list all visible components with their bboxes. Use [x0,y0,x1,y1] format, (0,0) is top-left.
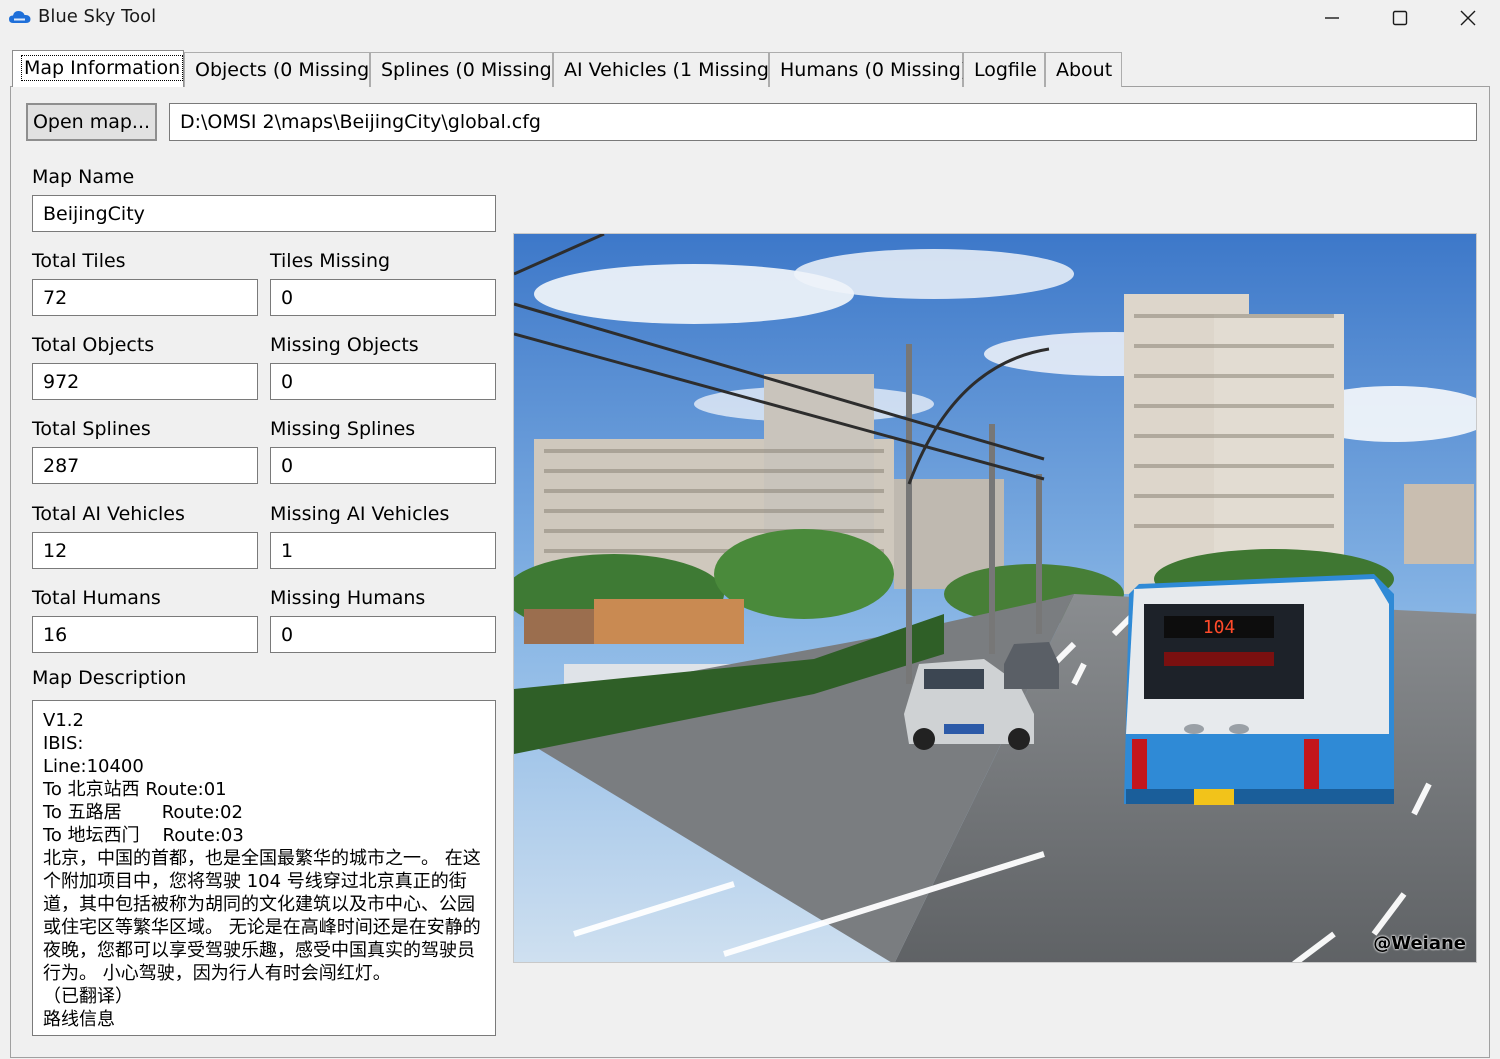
map-description-textarea[interactable]: V1.2 IBIS: Line:10400 To 北京站西 Route:01 T… [32,700,496,1036]
tab-objects[interactable]: Objects (0 Missing) [184,52,377,87]
minimize-icon [1325,17,1339,19]
total-splines-label: Total Splines [32,418,151,440]
map-description-label: Map Description [32,667,187,689]
tiles-missing-label: Tiles Missing [270,250,391,272]
window-title: Blue Sky Tool [38,6,157,27]
description-line: 路线信息 [43,1009,115,1030]
missing-splines-field[interactable]: 0 [270,447,496,484]
map-name-label: Map Name [32,166,135,188]
bus-illustration: 104 [1124,574,1394,805]
total-ai-vehicles-field[interactable]: 12 [32,532,258,569]
title-bar: Blue Sky Tool [0,0,1500,36]
map-preview-image: 104 @Weiane [513,233,1477,963]
total-objects-label: Total Objects [32,334,155,356]
description-line: To 五路居 Route:02 [43,802,243,823]
total-humans-label: Total Humans [32,587,161,609]
close-icon [1460,10,1476,26]
total-ai-vehicles-label: Total AI Vehicles [32,503,185,525]
tab-ai-vehicles[interactable]: AI Vehicles (1 Missing) [553,52,776,87]
bus-route-display: 104 [1203,617,1236,638]
open-map-button[interactable]: Open map... [26,103,157,141]
map-path-field[interactable]: D:\OMSI 2\maps\BeijingCity\global.cfg [169,103,1477,141]
total-tiles-field[interactable]: 72 [32,279,258,316]
missing-humans-field[interactable]: 0 [270,616,496,653]
maximize-icon [1392,10,1408,26]
tab-map-information[interactable]: Map Information [12,50,184,87]
description-line: To 地坛西门 Route:03 [43,825,244,846]
tab-about[interactable]: About [1045,52,1122,87]
tab-strip: Map Information Objects (0 Missing) Spli… [10,50,1490,87]
minimize-button[interactable] [1298,0,1366,36]
map-name-field[interactable]: BeijingCity [32,195,496,232]
description-line: To 北京站西 Route:01 [43,779,227,800]
description-line: （已翻译） [43,986,133,1007]
missing-ai-vehicles-label: Missing AI Vehicles [270,503,450,525]
description-paragraph: 北京，中国的首都，也是全国最繁华的城市之一。 在这个附加项目中，您将驾驶 104… [43,848,481,984]
map-preview-scene: 104 [514,234,1476,962]
maximize-button[interactable] [1366,0,1434,36]
total-objects-field[interactable]: 972 [32,363,258,400]
total-splines-field[interactable]: 287 [32,447,258,484]
description-line: V1.2 [43,710,84,731]
missing-splines-label: Missing Splines [270,418,416,440]
missing-humans-label: Missing Humans [270,587,426,609]
description-line: IBIS: [43,733,84,754]
missing-ai-vehicles-field[interactable]: 1 [270,532,496,569]
description-line: Line:10400 [43,756,144,777]
tab-logfile[interactable]: Logfile [963,52,1045,87]
cloud-icon [9,11,31,23]
total-humans-field[interactable]: 16 [32,616,258,653]
tab-splines[interactable]: Splines (0 Missing) [370,52,559,87]
total-tiles-label: Total Tiles [32,250,126,272]
tab-humans[interactable]: Humans (0 Missing) [769,52,968,87]
missing-objects-label: Missing Objects [270,334,419,356]
watermark: @Weiane [1373,933,1466,954]
missing-objects-field[interactable]: 0 [270,363,496,400]
tiles-missing-field[interactable]: 0 [270,279,496,316]
close-button[interactable] [1434,0,1500,36]
